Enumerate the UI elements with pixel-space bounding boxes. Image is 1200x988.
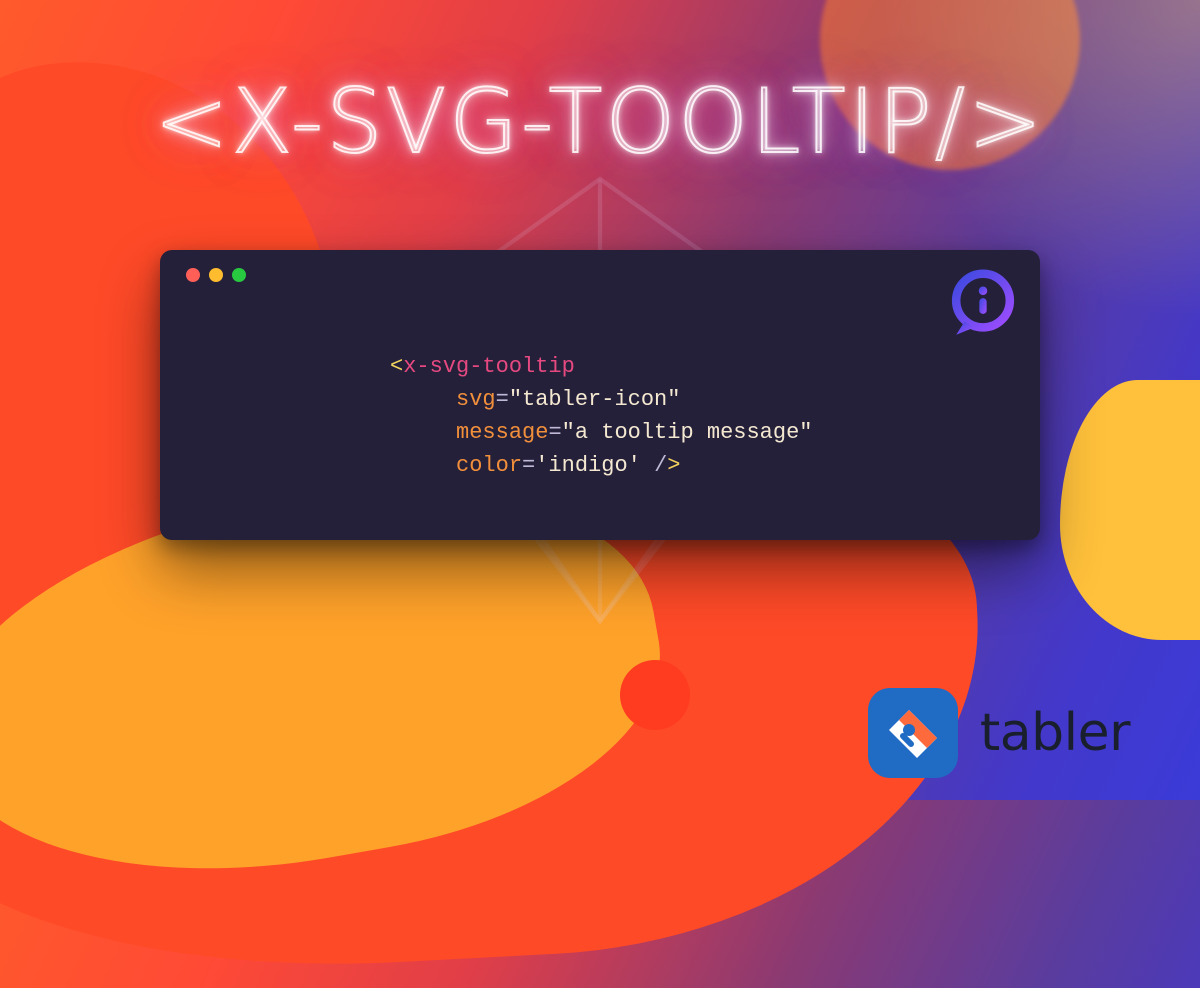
page-title: <X-SVG-TOOLTIP/> [0,70,1200,173]
info-bubble-icon [944,264,1022,342]
tabler-logo-icon [868,688,958,778]
brand-footer: tabler [868,688,1130,778]
code-value: "tabler-icon" [509,387,681,412]
code-value: 'indigo' [535,453,641,478]
code-attr: svg [456,387,496,412]
window-close-icon[interactable] [186,268,200,282]
bg-circle-accent [620,660,690,730]
window-minimize-icon[interactable] [209,268,223,282]
code-attr: message [456,420,548,445]
code-tag: x-svg-tooltip [403,354,575,379]
window-traffic-lights [186,268,1014,282]
code-snippet: <x-svg-tooltip svg="tabler-icon" message… [390,350,812,482]
code-value: "a tooltip message" [562,420,813,445]
bg-blob-yellow [1060,380,1200,640]
code-window: <x-svg-tooltip svg="tabler-icon" message… [160,250,1040,540]
window-zoom-icon[interactable] [232,268,246,282]
code-attr: color [456,453,522,478]
brand-name: tabler [980,703,1130,763]
